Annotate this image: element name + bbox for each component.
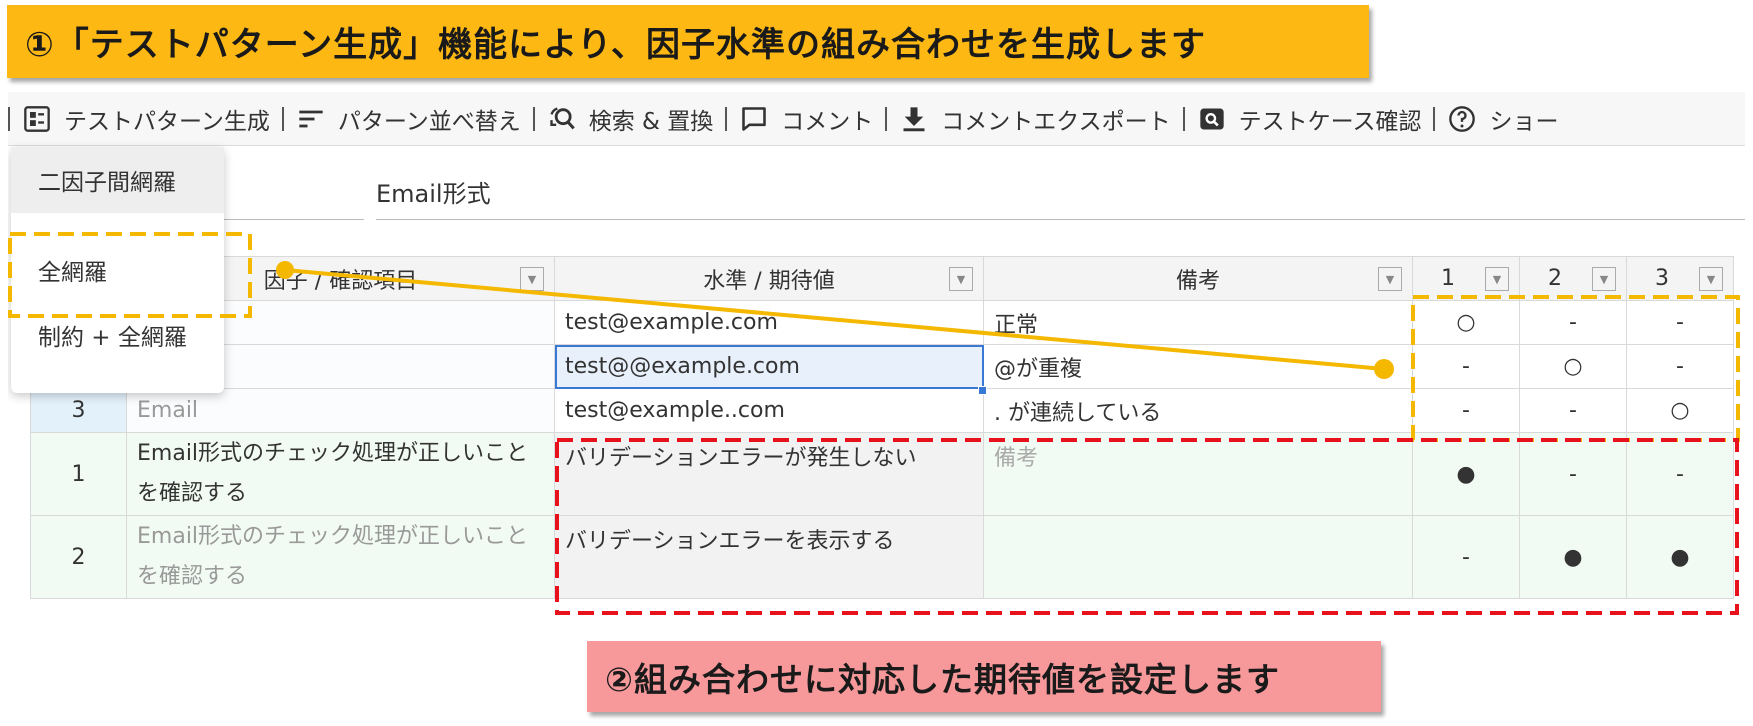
toolbar-separator: [885, 106, 888, 131]
search-replace-icon: [547, 104, 577, 134]
search-box-icon: [1197, 104, 1227, 134]
level-cell-selected[interactable]: test@@example.com: [554, 344, 984, 389]
pattern-mark-cell[interactable]: -: [1519, 388, 1627, 433]
toolbar-separator: [1433, 106, 1436, 131]
toolbar-comment-export-button[interactable]: コメントエクスポート: [899, 102, 1171, 136]
pattern-mark-cell[interactable]: -: [1626, 300, 1734, 345]
comment-icon: [739, 104, 769, 134]
test-pattern-grid: 因子 / 確認項目▼ 水準 / 期待値▼ 備考▼ 1▼ 2▼ 3▼ 1 Emai…: [30, 256, 1734, 599]
toolbar-pattern-sort-button[interactable]: パターン並べ替え: [296, 102, 521, 136]
toolbar-label: ショー: [1489, 108, 1559, 135]
expected-mark-cell[interactable]: ●: [1412, 432, 1520, 516]
pattern-mark-cell[interactable]: -: [1412, 388, 1520, 433]
header-pattern-label: 1: [1441, 266, 1455, 291]
remark-cell[interactable]: 備考: [983, 432, 1413, 516]
toolbar-label: コメントエクスポート: [941, 108, 1171, 135]
header-pattern-3[interactable]: 3 ▼: [1626, 256, 1734, 301]
pattern-name-underline: [376, 219, 1745, 220]
toolbar: テストパターン生成 パターン並べ替え 検索 & 置換 コメント コメントエクスポ…: [8, 92, 1745, 146]
factor-cell[interactable]: Email: [126, 388, 555, 433]
filter-icon[interactable]: ▼: [1592, 267, 1616, 291]
toolbar-pattern-generate-button[interactable]: テストパターン生成: [22, 102, 270, 136]
remark-cell[interactable]: 正常: [983, 300, 1413, 345]
pattern-type-dropdown: 二因子間網羅 全網羅 制約 + 全網羅: [11, 147, 224, 393]
level-cell[interactable]: test@example.com: [554, 300, 984, 345]
instruction-callout-expected: ②組み合わせに対応した期待値を設定します: [587, 641, 1381, 712]
toolbar-label: テストパターン生成: [64, 108, 270, 135]
header-level-label: 水準 / 期待値: [703, 268, 835, 294]
header-remark[interactable]: 備考 ▼: [983, 256, 1413, 301]
filter-icon[interactable]: ▼: [520, 267, 544, 291]
row-number: 1: [30, 432, 127, 516]
expected-mark-cell[interactable]: ●: [1626, 515, 1734, 599]
filter-icon[interactable]: ▼: [1378, 267, 1402, 291]
header-pattern-2[interactable]: 2 ▼: [1519, 256, 1627, 301]
check-item-cell[interactable]: Email形式のチェック処理が正しいことを確認する: [126, 432, 555, 516]
toolbar-testcase-check-button[interactable]: テストケース確認: [1197, 102, 1422, 136]
toolbar-separator: [281, 106, 284, 131]
expected-mark-cell[interactable]: -: [1626, 432, 1734, 516]
row-number: 2: [30, 515, 127, 599]
download-icon: [899, 104, 929, 134]
pattern-name-field[interactable]: Email形式: [376, 174, 491, 209]
level-row: 1 Email test@example.com 正常 ○ - -: [30, 300, 1734, 345]
check-row: 2 Email形式のチェック処理が正しいことを確認する バリデーションエラーを表…: [30, 515, 1734, 599]
remark-cell[interactable]: [983, 515, 1413, 599]
sort-lines-icon: [296, 104, 326, 134]
header-pattern-label: 2: [1548, 266, 1562, 291]
header-remark-label: 備考: [1175, 268, 1220, 294]
header-level[interactable]: 水準 / 期待値 ▼: [554, 256, 984, 301]
instruction-callout-generate: ①「テストパターン生成」機能により、因子水準の組み合わせを生成します: [7, 5, 1369, 78]
pattern-mark-cell[interactable]: -: [1412, 344, 1520, 389]
level-cell[interactable]: test@example..com: [554, 388, 984, 433]
level-row: 3 Email test@example..com . が連続している - - …: [30, 388, 1734, 433]
pattern-name-row: Email形式: [8, 146, 1745, 238]
filter-icon[interactable]: ▼: [949, 267, 973, 291]
header-factor-label: 因子 / 確認項目: [263, 268, 418, 294]
toolbar-separator: [8, 106, 10, 131]
toolbar-separator: [725, 106, 728, 131]
toolbar-label: コメント: [781, 108, 874, 135]
toolbar-separator: [532, 106, 535, 131]
header-pattern-label: 3: [1655, 266, 1669, 291]
remark-cell[interactable]: . が連続している: [983, 388, 1413, 433]
toolbar-label: 検索 & 置換: [588, 108, 714, 135]
expected-mark-cell[interactable]: -: [1412, 515, 1520, 599]
cell-selection-handle[interactable]: [978, 386, 987, 395]
level-row: 2 Email test@@example.com @が重複 - ○ -: [30, 344, 1734, 389]
pattern-mark-cell[interactable]: -: [1519, 300, 1627, 345]
pattern-mark-cell[interactable]: -: [1626, 344, 1734, 389]
check-item-cell[interactable]: Email形式のチェック処理が正しいことを確認する: [126, 515, 555, 599]
help-circle-icon: [1447, 104, 1477, 134]
pattern-generate-icon: [22, 104, 52, 134]
toolbar-separator: [1182, 106, 1185, 131]
filter-icon[interactable]: ▼: [1699, 267, 1723, 291]
check-row: 1 Email形式のチェック処理が正しいことを確認する バリデーションエラーが発…: [30, 432, 1734, 516]
expected-mark-cell[interactable]: -: [1519, 432, 1627, 516]
pattern-type-underline: [214, 219, 364, 220]
dropdown-option-all-combinations[interactable]: 全網羅: [11, 237, 224, 303]
dropdown-option-constraint-all[interactable]: 制約 + 全網羅: [11, 302, 224, 368]
app-screenshot: テストパターン生成 パターン並べ替え 検索 & 置換 コメント コメントエクスポ…: [8, 92, 1745, 614]
toolbar-comment-button[interactable]: コメント: [739, 102, 873, 136]
pattern-mark-cell[interactable]: ○: [1412, 300, 1520, 345]
expected-value-cell[interactable]: バリデーションエラーを表示する: [554, 515, 984, 599]
dropdown-option-pairwise[interactable]: 二因子間網羅: [11, 147, 224, 213]
filter-icon[interactable]: ▼: [1485, 267, 1509, 291]
toolbar-search-replace-button[interactable]: 検索 & 置換: [547, 102, 714, 136]
remark-cell[interactable]: @が重複: [983, 344, 1413, 389]
toolbar-shortcut-button[interactable]: ショー: [1447, 102, 1558, 136]
header-pattern-1[interactable]: 1 ▼: [1412, 256, 1520, 301]
row-number: 3: [30, 388, 127, 433]
toolbar-label: パターン並べ替え: [337, 108, 521, 135]
pattern-mark-cell[interactable]: ○: [1626, 388, 1734, 433]
expected-mark-cell[interactable]: ●: [1519, 515, 1627, 599]
expected-value-cell[interactable]: バリデーションエラーが発生しない: [554, 432, 984, 516]
grid-header-row: 因子 / 確認項目 ▼ 水準 / 期待値 ▼ 備考 ▼ 1 ▼ 2 ▼ 3 ▼: [30, 256, 1734, 301]
pattern-mark-cell[interactable]: ○: [1519, 344, 1627, 389]
toolbar-label: テストケース確認: [1238, 108, 1422, 135]
